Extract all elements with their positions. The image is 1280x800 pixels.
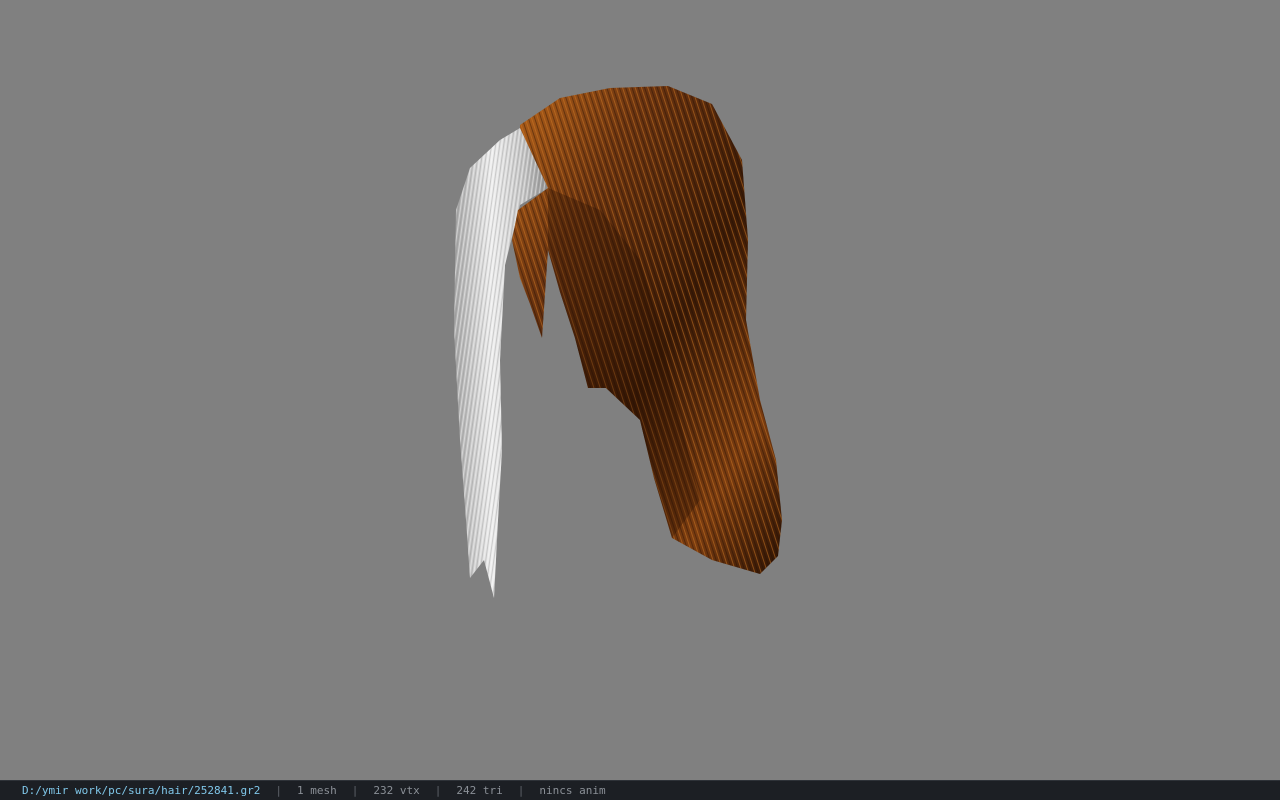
separator: | (351, 784, 359, 797)
file-path: D:/ymir work/pc/sura/hair/252841.gr2 (22, 784, 261, 797)
brown-hair (512, 86, 782, 574)
separator: | (275, 784, 283, 797)
triangle-count: 242 tri (456, 784, 503, 797)
3d-viewport[interactable] (0, 0, 1280, 780)
separator: | (517, 784, 525, 797)
separator: | (434, 784, 442, 797)
hair-model (454, 86, 782, 598)
animation-status: nincs anim (539, 784, 606, 797)
mesh-count: 1 mesh (297, 784, 337, 797)
status-bar: D:/ymir work/pc/sura/hair/252841.gr2 | 1… (0, 780, 1280, 800)
vertex-count: 232 vtx (373, 784, 420, 797)
